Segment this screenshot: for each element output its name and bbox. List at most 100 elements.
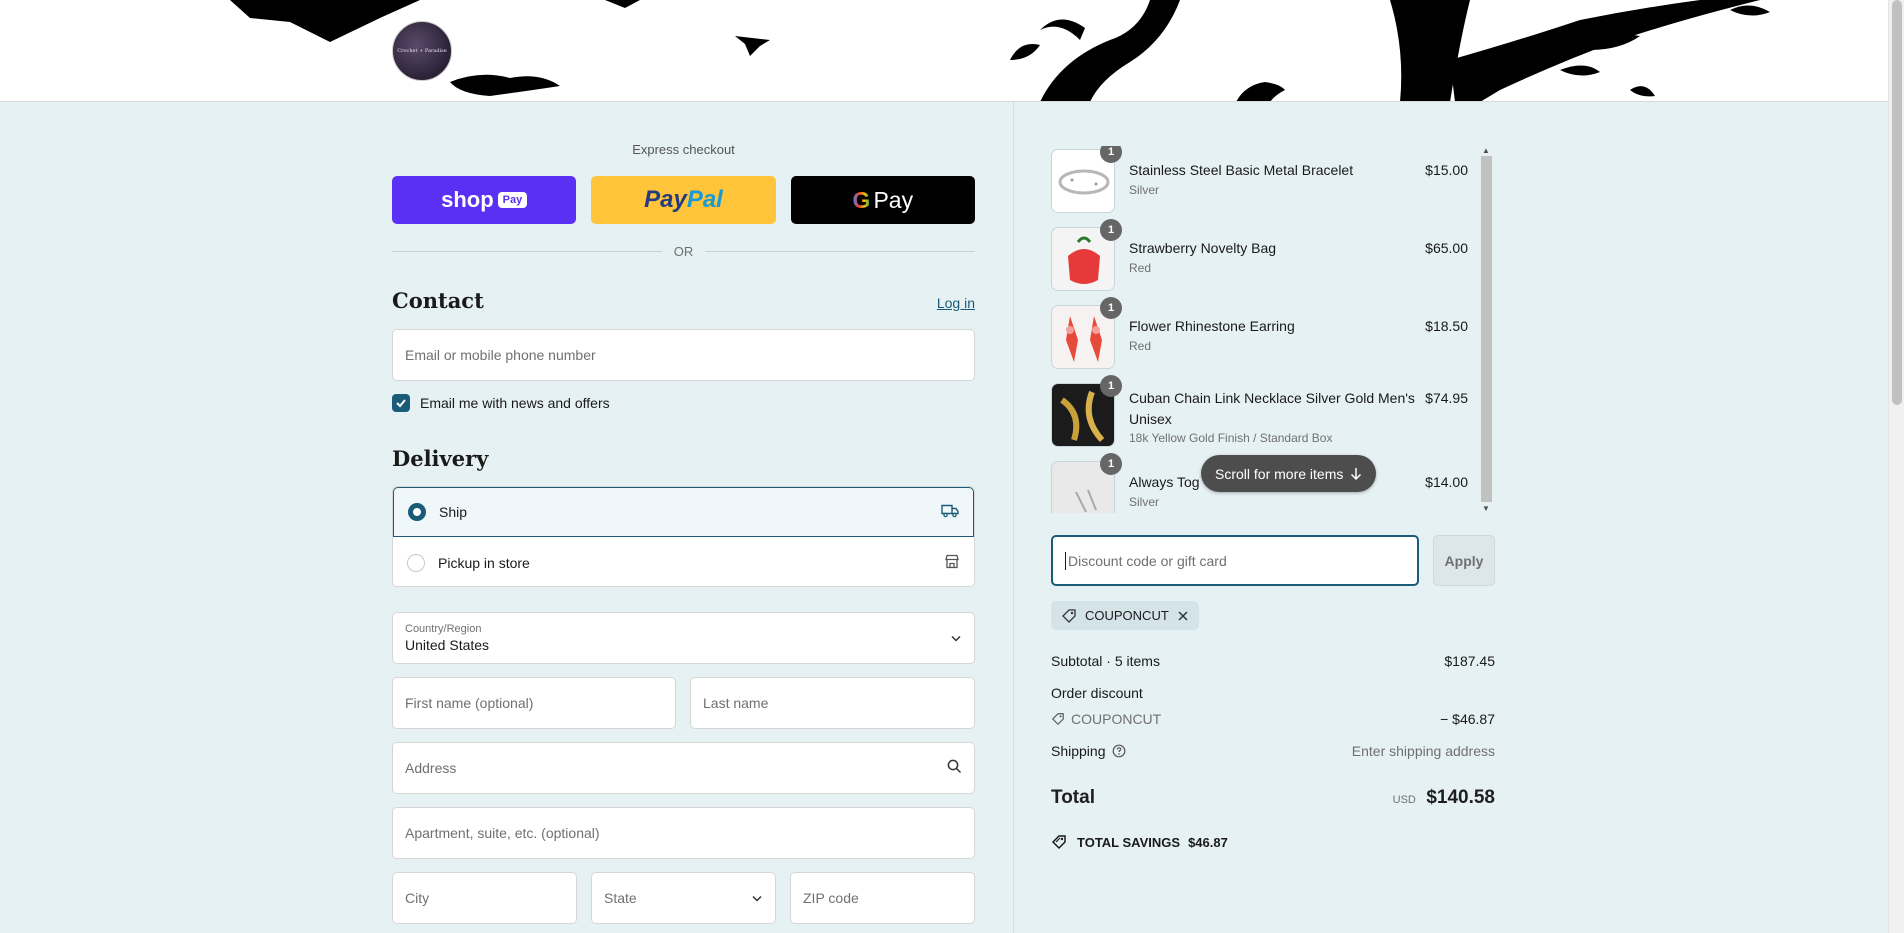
subtotal-row: Subtotal · 5 items $187.45 <box>1051 653 1495 669</box>
login-link[interactable]: Log in <box>937 295 975 311</box>
apartment-field[interactable]: Apartment, suite, etc. (optional) <box>392 807 975 859</box>
scroll-down-arrow-icon[interactable]: ▼ <box>1482 504 1490 513</box>
google-pay-button[interactable]: G Pay <box>790 176 975 224</box>
quantity-badge: 1 <box>1100 375 1122 397</box>
express-checkout-buttons: shop Pay Pay Pal G Pay <box>392 176 975 224</box>
store-icon <box>944 554 960 573</box>
item-variant: Red <box>1129 339 1152 353</box>
shop-pay-pill: Pay <box>497 192 528 208</box>
cart-item: 1 Cuban Chain Link Necklace Silver Gold … <box>1051 375 1481 450</box>
order-discount-row: Order discount <box>1051 685 1495 701</box>
header-banner: Crochet + Paradise <box>0 0 1888 102</box>
savings-value: $46.87 <box>1188 834 1228 850</box>
item-name: Strawberry Novelty Bag <box>1129 240 1277 256</box>
savings-label: TOTAL SAVINGS <box>1077 834 1181 850</box>
google-g-icon: G <box>852 186 871 213</box>
item-price: $74.95 <box>1425 390 1468 406</box>
subtotal-label: Subtotal · 5 items <box>1051 653 1160 669</box>
quantity-badge: 1 <box>1100 219 1122 241</box>
total-savings: TOTAL SAVINGS $46.87 <box>1051 834 1228 850</box>
item-variant: 18k Yellow Gold Finish / Standard Box <box>1129 431 1333 445</box>
shipping-row: Shipping Enter shipping address <box>1051 743 1495 759</box>
search-icon <box>947 759 962 777</box>
help-icon[interactable] <box>1112 744 1126 758</box>
item-price: $18.50 <box>1425 318 1468 334</box>
newsletter-checkbox[interactable] <box>392 394 410 412</box>
contact-title: Contact <box>392 288 484 313</box>
state-select[interactable]: State <box>591 872 776 924</box>
zip-field[interactable]: ZIP code <box>790 872 975 924</box>
discount-code-input[interactable]: Discount code or gift card <box>1051 535 1419 586</box>
truck-icon <box>941 504 959 521</box>
arrow-down-icon <box>1351 467 1362 480</box>
cart-scroll-thumb[interactable] <box>1481 156 1492 502</box>
delivery-title: Delivery <box>392 446 489 471</box>
item-variant: Silver <box>1129 495 1160 509</box>
ship-option[interactable]: Ship <box>393 487 974 537</box>
last-name-field[interactable]: Last name <box>690 677 975 729</box>
or-label: OR <box>673 243 694 259</box>
item-variant: Red <box>1129 261 1152 275</box>
scroll-up-arrow-icon[interactable]: ▲ <box>1482 146 1490 155</box>
total-label: Total <box>1051 787 1095 808</box>
tag-icon <box>1051 713 1064 726</box>
shipping-value: Enter shipping address <box>1351 743 1495 759</box>
ship-label: Ship <box>439 504 468 520</box>
shipping-label: Shipping <box>1051 743 1106 759</box>
item-name: Cuban Chain Link Necklace Silver Gold Me… <box>1129 390 1415 427</box>
contact-header: Contact Log in <box>392 288 975 313</box>
city-placeholder: City <box>405 890 430 906</box>
cart-list-scrollbar[interactable]: ▲ ▼ <box>1481 146 1493 513</box>
shop-pay-word: shop <box>441 187 494 212</box>
pickup-radio[interactable] <box>407 554 425 572</box>
item-variant: Silver <box>1129 183 1160 197</box>
or-separator: OR <box>392 242 975 260</box>
quantity-badge: 1 <box>1100 453 1122 475</box>
state-placeholder: State <box>604 890 637 906</box>
silhouette-art <box>230 0 1770 101</box>
scroll-for-more-label: Scroll for more items <box>1215 465 1344 482</box>
first-name-field[interactable]: First name (optional) <box>392 677 676 729</box>
country-select[interactable]: Country/Region United States <box>392 612 975 664</box>
applied-coupon-chip: COUPONCUT <box>1051 601 1199 630</box>
store-logo[interactable]: Crochet + Paradise <box>392 21 452 81</box>
pickup-option[interactable]: Pickup in store <box>393 538 974 586</box>
applied-coupon-code: COUPONCUT <box>1085 608 1169 623</box>
item-name: Stainless Steel Basic Metal Bracelet <box>1129 162 1354 178</box>
close-icon[interactable] <box>1177 610 1189 622</box>
currency-code: USD <box>1392 794 1416 806</box>
address-field[interactable]: Address <box>392 742 975 794</box>
subtotal-value: $187.45 <box>1444 653 1495 669</box>
ship-radio[interactable] <box>408 503 426 521</box>
zip-placeholder: ZIP code <box>803 890 859 906</box>
newsletter-label: Email me with news and offers <box>420 395 610 411</box>
email-field[interactable]: Email or mobile phone number <box>392 329 975 381</box>
newsletter-row: Email me with news and offers <box>392 394 975 412</box>
item-price: $15.00 <box>1425 162 1468 178</box>
discount-code-label: COUPONCUT <box>1071 711 1162 727</box>
shop-pay-button[interactable]: shop Pay <box>392 176 577 224</box>
country-label: Country/Region <box>405 623 482 635</box>
cart-item: 1 Stainless Steel Basic Metal Bracelet S… <box>1051 146 1481 216</box>
total-value: $140.58 <box>1426 787 1495 808</box>
scroll-for-more-button[interactable]: Scroll for more items <box>1201 455 1377 492</box>
text-caret <box>1065 551 1066 570</box>
quantity-badge: 1 <box>1100 146 1122 163</box>
paypal-button[interactable]: Pay Pal <box>591 176 776 224</box>
email-placeholder: Email or mobile phone number <box>405 347 596 363</box>
check-icon <box>396 399 406 408</box>
chevron-down-icon <box>751 891 763 906</box>
city-field[interactable]: City <box>392 872 577 924</box>
page-scrollbar[interactable] <box>1888 0 1904 933</box>
page-scroll-thumb[interactable] <box>1892 0 1902 405</box>
express-checkout-title: Express checkout <box>632 142 735 157</box>
address-placeholder: Address <box>405 760 457 776</box>
first-name-placeholder: First name (optional) <box>405 695 534 711</box>
discount-placeholder: Discount code or gift card <box>1068 552 1227 569</box>
apply-discount-button[interactable]: Apply <box>1433 535 1495 586</box>
paypal-word-1: Pay <box>644 186 687 213</box>
quantity-badge: 1 <box>1100 297 1122 319</box>
google-pay-word: Pay <box>873 186 914 213</box>
chevron-down-icon <box>950 631 962 646</box>
country-value: United States <box>405 637 490 653</box>
